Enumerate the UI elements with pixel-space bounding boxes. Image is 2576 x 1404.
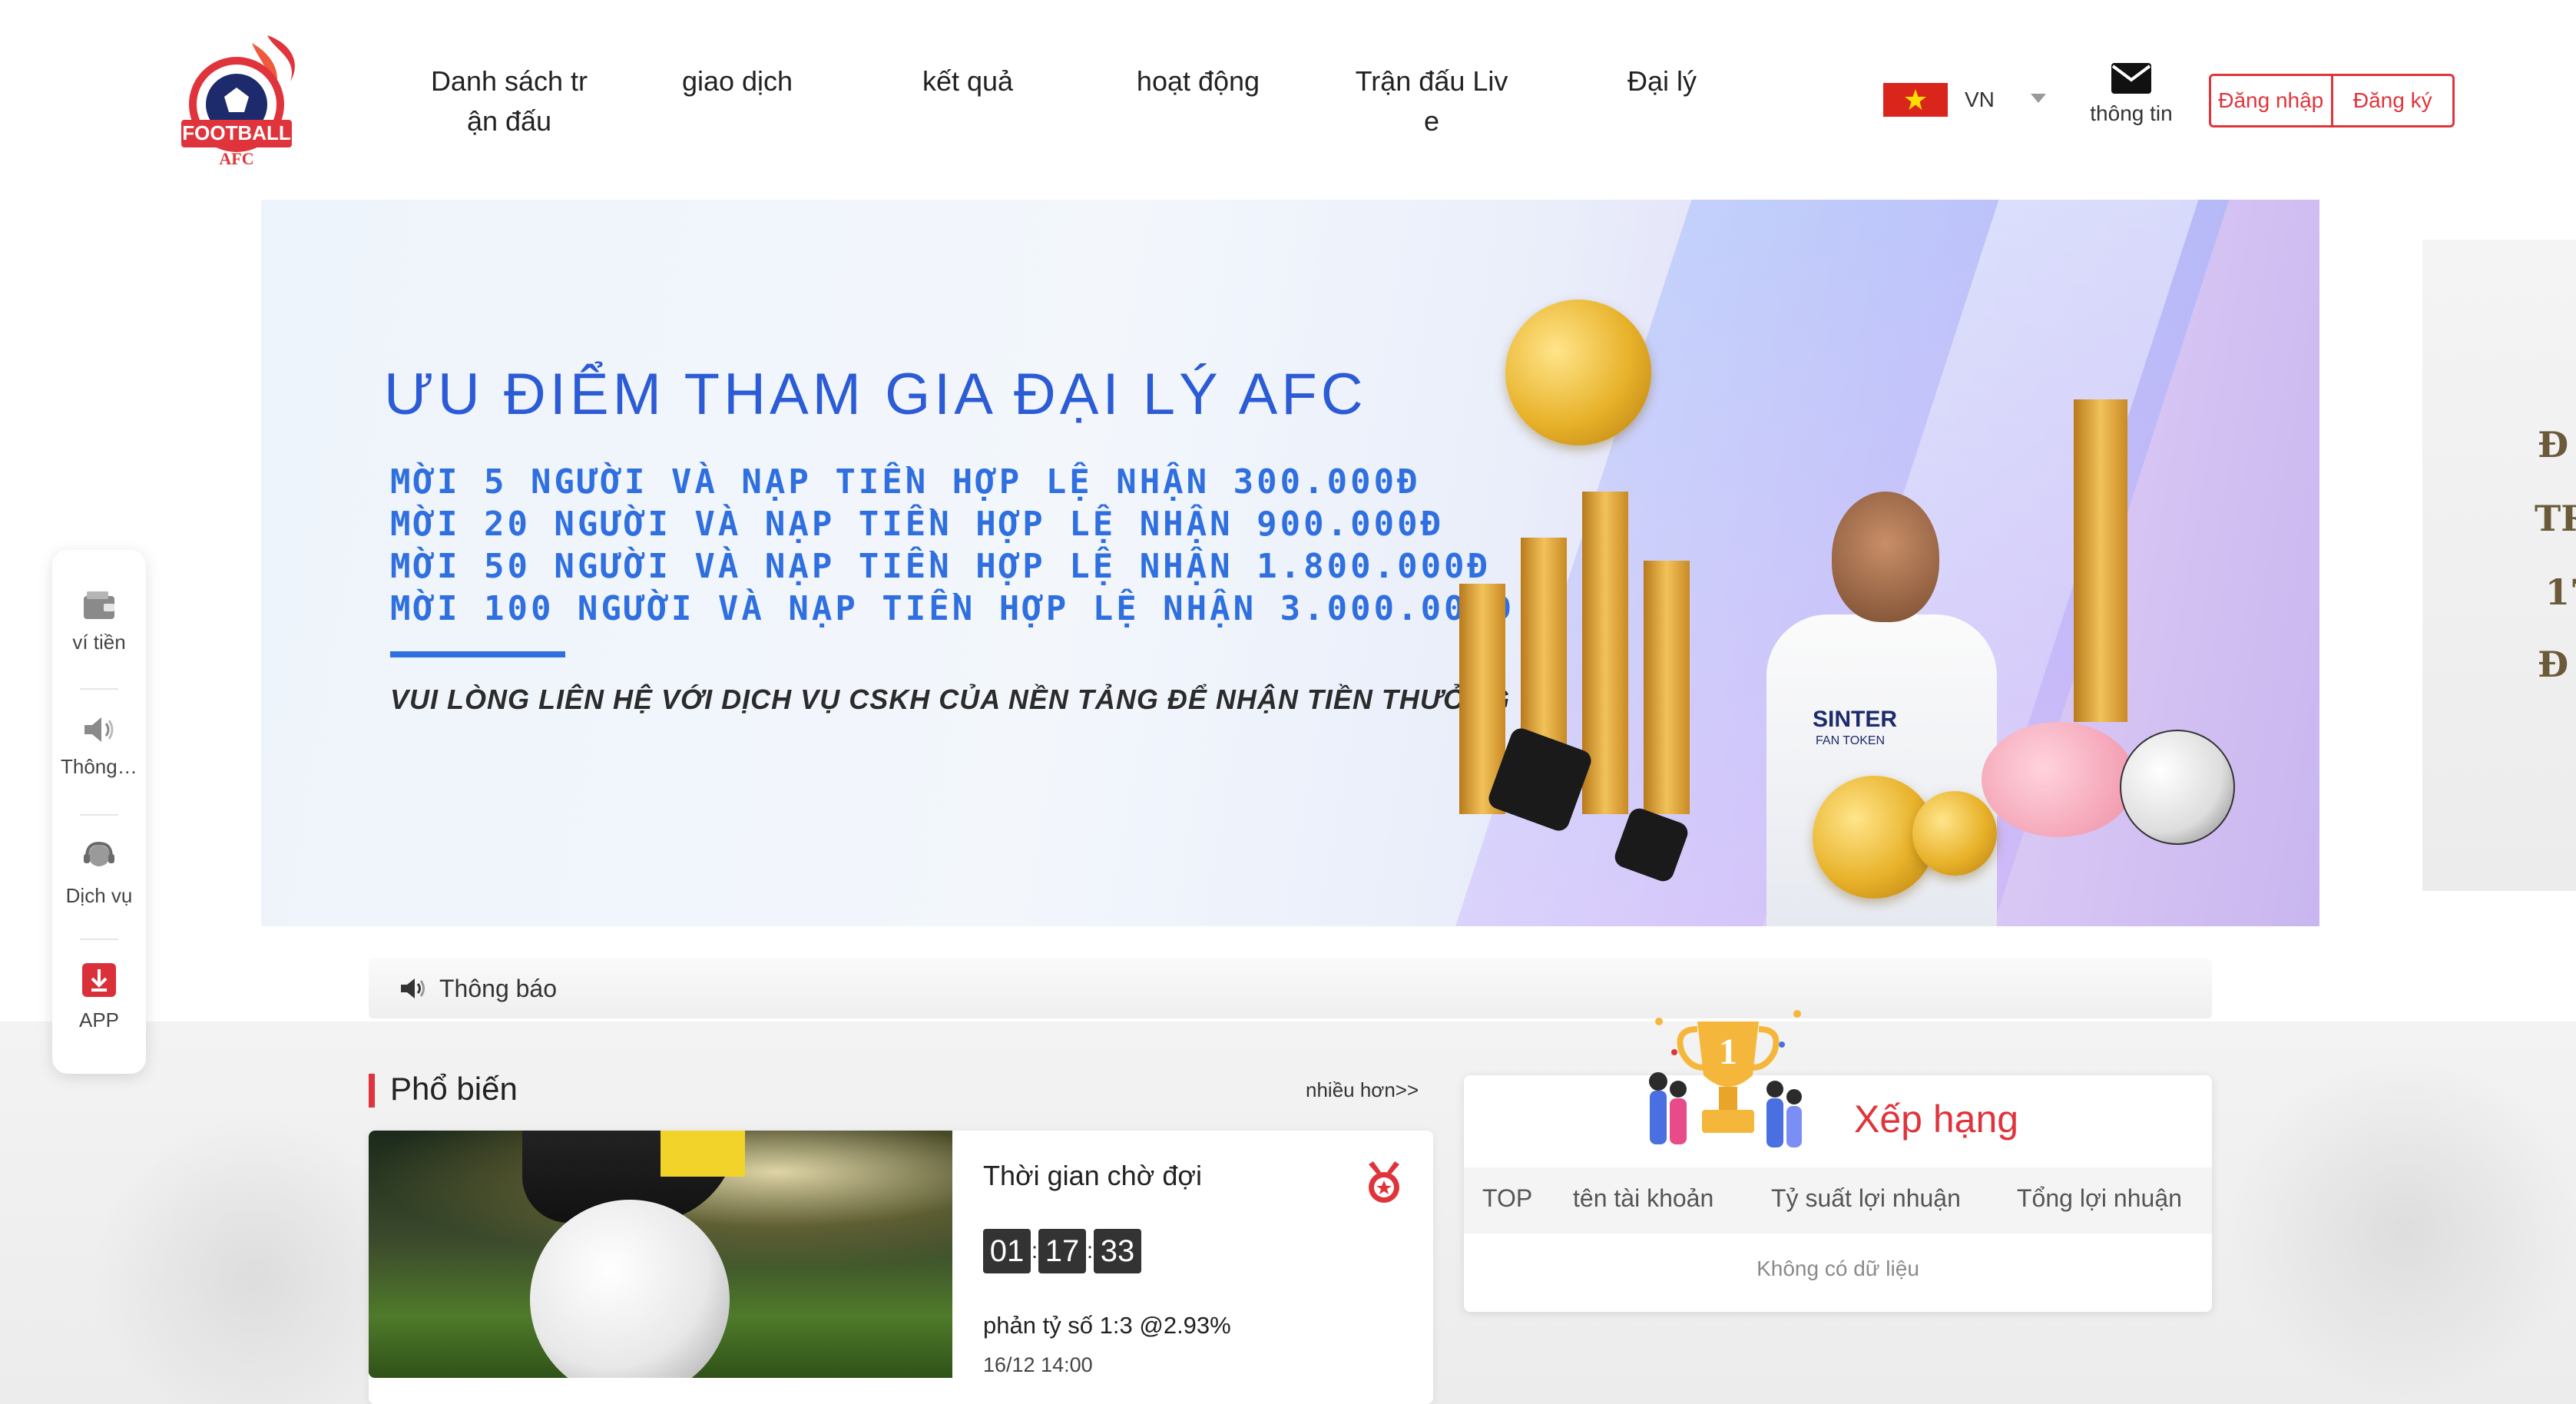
tether-coin-icon: [1505, 300, 1651, 445]
nav-agent[interactable]: Đại lý: [1585, 61, 1739, 101]
ranking-table-header: TOP tên tài khoản Tỷ suất lợi nhuận Tổng…: [1464, 1167, 2212, 1233]
trophy-icon: 1: [1649, 1010, 1802, 1147]
medal-icon: [1369, 1161, 1399, 1203]
popular-match-card[interactable]: Thời gian chờ đợi 01 : 17 : 33 phản tỷ s…: [369, 1131, 1433, 1404]
timer-minutes: 17: [1038, 1229, 1086, 1273]
register-button[interactable]: Đăng ký: [2333, 76, 2453, 125]
ranking-title: Xếp hạng: [1854, 1098, 2019, 1141]
messages-button[interactable]: thông tin: [2074, 63, 2189, 126]
language-code: VN: [1965, 88, 1995, 111]
sidebar-item-app[interactable]: APP: [52, 962, 146, 1032]
afc-logo[interactable]: FOOTBALL AFC: [175, 28, 306, 174]
column-total-profit: Tổng lợi nhuận: [2017, 1184, 2182, 1212]
gold-bar: [1644, 561, 1690, 814]
match-odds: phản tỷ số 1:3 @2.93%: [983, 1312, 1231, 1339]
ranking-empty-state: Không có dữ liệu: [1757, 1257, 1919, 1280]
divider: [80, 688, 118, 690]
wallet-icon: [84, 591, 114, 619]
wait-time-label: Thời gian chờ đợi: [983, 1160, 1202, 1191]
divider: [80, 939, 118, 940]
piggy-bank-icon: [1982, 722, 2135, 837]
banner-underline: [390, 651, 565, 657]
soccer-ball-icon: [2120, 730, 2235, 845]
column-top: TOP: [1482, 1184, 1533, 1212]
divider: [80, 814, 118, 816]
coin-icon: [1912, 791, 1997, 876]
countdown-timer: 01 : 17 : 33: [983, 1229, 1141, 1273]
section-accent: [369, 1074, 375, 1108]
logo-sub: AFC: [219, 149, 253, 168]
nav-results[interactable]: kết quả: [891, 61, 1045, 101]
sidebar-item-support[interactable]: Dịch vụ: [52, 840, 146, 908]
popular-section-title: Phổ biến: [390, 1071, 518, 1107]
sidebar-item-label: Dịch vụ: [65, 884, 133, 907]
notice-label: Thông báo: [439, 974, 558, 1002]
banner-offer-line: MỜI 50 NGƯỜI VÀ NẠP TIỀN HỢP LỆ NHẬN 1.8…: [390, 547, 1492, 586]
nav-transactions[interactable]: giao dịch: [661, 61, 814, 101]
match-image: [369, 1131, 952, 1378]
speaker-icon: [84, 717, 114, 742]
banner-offer-line: MỜI 5 NGƯỜI VÀ NẠP TIỀN HỢP LỆ NHẬN 300.…: [390, 462, 1421, 502]
column-account: tên tài khoản: [1573, 1184, 1714, 1212]
logo-text: FOOTBALL: [182, 121, 291, 144]
download-icon: [82, 963, 116, 997]
vietnam-flag-icon: [1883, 83, 1948, 117]
chevron-down-icon[interactable]: [2031, 94, 2046, 103]
floating-sidebar: ví tiền Thông báo Dịch vụ APP: [52, 550, 146, 1074]
messages-label: thông tin: [2090, 101, 2173, 125]
jersey-text: SINTER: [1813, 707, 1898, 732]
speaker-icon: [401, 978, 425, 998]
language-selector[interactable]: VN: [1883, 83, 1995, 117]
popular-more-link[interactable]: nhiều hơn>>: [1306, 1078, 1419, 1102]
player-head: [1832, 492, 1939, 622]
sidebar-item-wallet[interactable]: ví tiền: [52, 590, 146, 654]
next-slide-preview[interactable]: Đ TR 17 Đ: [2422, 240, 2576, 891]
trophy-number: 1: [1719, 1031, 1737, 1072]
banner-offer-line: MỜI 100 NGƯỜI VÀ NẠP TIỀN HỢP LỆ NHẬN 3.…: [390, 589, 1515, 628]
sidebar-item-label: ví tiền: [72, 631, 126, 654]
login-button[interactable]: Đăng nhập: [2211, 76, 2331, 125]
timer-hours: 01: [983, 1229, 1031, 1273]
site-header: FOOTBALL AFC Danh sách tr ận đấu giao dị…: [0, 0, 2576, 184]
notice-bar[interactable]: Thông báo: [369, 959, 2212, 1018]
nav-match-list[interactable]: Danh sách tr ận đấu: [421, 61, 598, 141]
banner-offer-list: MỜI 5 NGƯỜI VÀ NẠP TIỀN HỢP LỆ NHẬN 300.…: [390, 461, 1515, 630]
timer-seconds: 33: [1094, 1229, 1141, 1273]
nav-activities[interactable]: hoạt động: [1121, 61, 1275, 101]
support-icon: [84, 841, 114, 866]
nav-live-matches[interactable]: Trận đấu Liv e: [1341, 61, 1522, 141]
promo-banner[interactable]: ƯU ĐIỂM THAM GIA ĐẠI LÝ AFC MỜI 5 NGƯỜI …: [261, 200, 2319, 926]
jersey-sub: FAN TOKEN: [1816, 734, 1886, 747]
banner-contact-text: VUI LÒNG LIÊN HỆ VỚI DỊCH VỤ CSKH CỦA NỀ…: [390, 684, 1511, 715]
banner-offer-line: MỜI 20 NGƯỜI VÀ NẠP TIỀN HỢP LỆ NHẬN 900…: [390, 505, 1445, 544]
gold-bar: [2074, 399, 2127, 722]
match-datetime: 16/12 14:00: [983, 1353, 1093, 1376]
banner-title: ƯU ĐIỂM THAM GIA ĐẠI LÝ AFC: [384, 362, 1367, 427]
auth-buttons: Đăng nhập Đăng ký: [2209, 74, 2455, 127]
sidebar-item-label: APP: [78, 1008, 120, 1031]
column-profit-rate: Tỷ suất lợi nhuận: [1771, 1184, 1961, 1212]
envelope-icon: [2111, 63, 2151, 94]
sidebar-item-notifications[interactable]: Thông báo: [52, 714, 146, 779]
sidebar-item-label: Thông báo: [61, 755, 137, 778]
